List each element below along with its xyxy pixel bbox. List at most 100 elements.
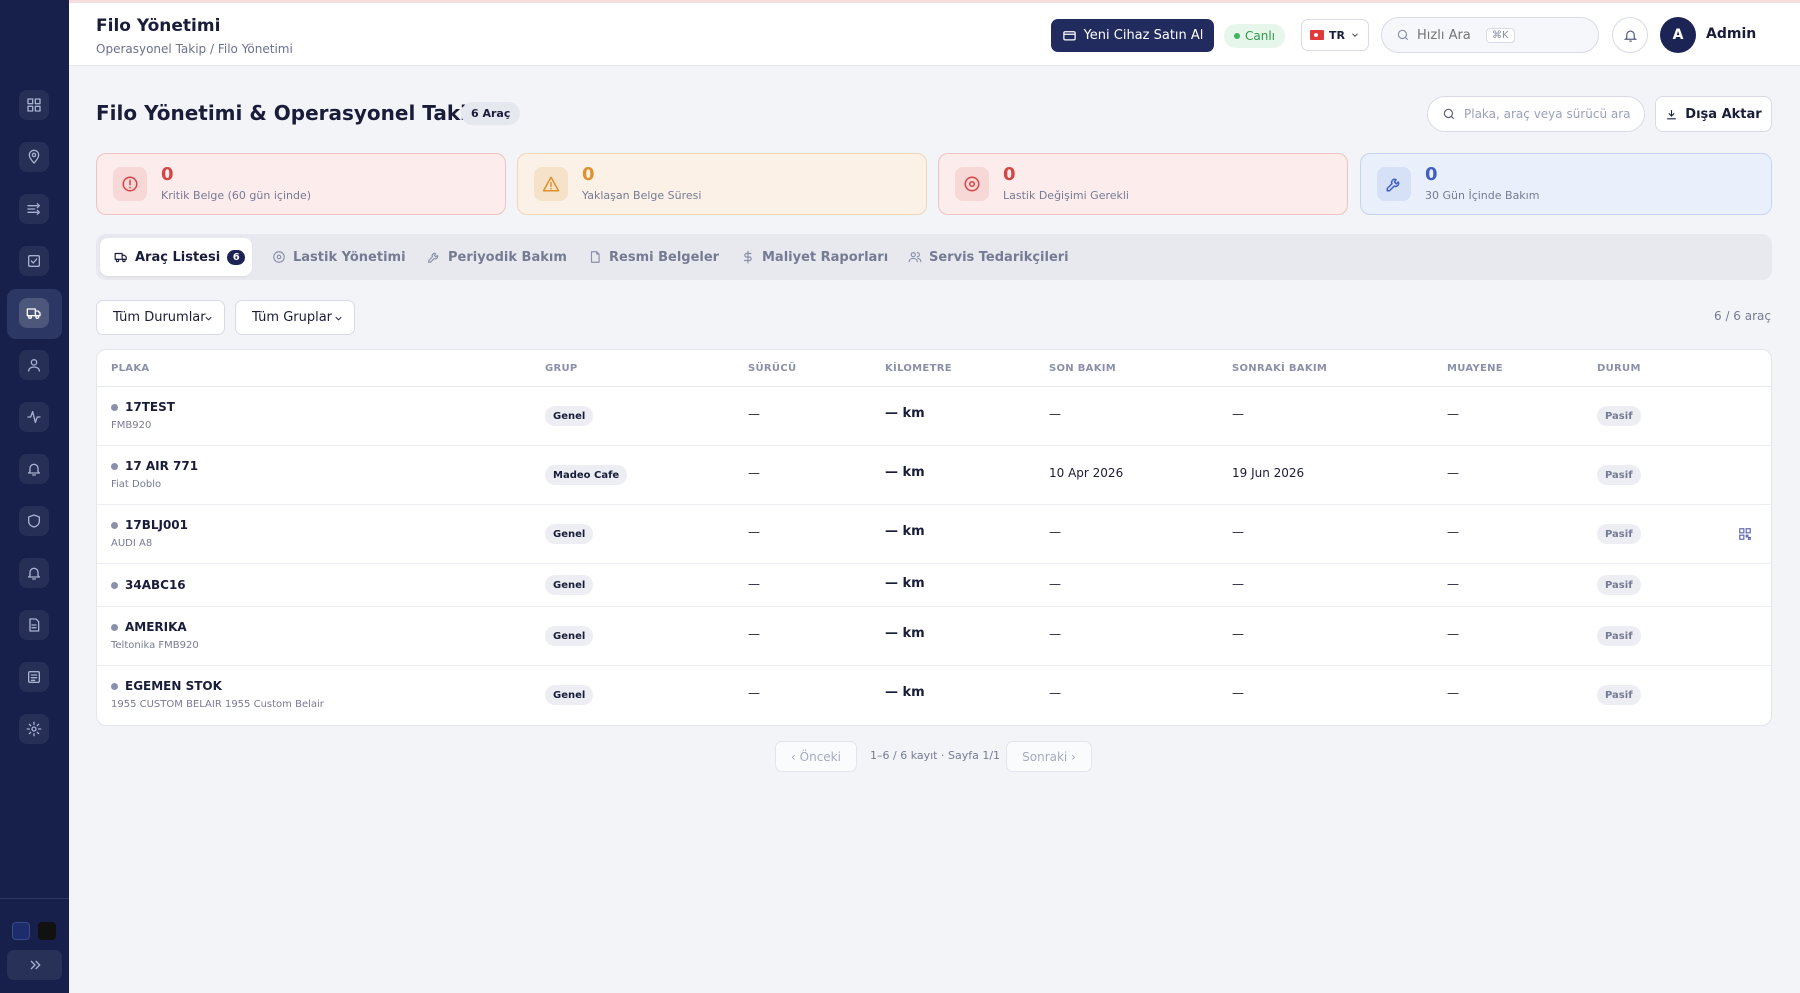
avatar[interactable]: A (1660, 17, 1696, 53)
sidebar-expand-button[interactable] (7, 950, 62, 980)
user-icon[interactable] (19, 350, 49, 380)
table-row[interactable]: EGEMEN STOK 1955 CUSTOM BELAIR 1955 Cust… (97, 666, 1771, 725)
theme-swatch-navy[interactable] (12, 922, 30, 940)
inspection-cell: — (1447, 686, 1459, 700)
location-pin-icon[interactable] (19, 142, 49, 172)
status-filter-value: Tüm Durumlar (113, 310, 206, 325)
stat-card-tire-change[interactable]: 0 Lastik Değişimi Gerekli (938, 153, 1348, 215)
next-service-cell: — (1232, 577, 1244, 591)
export-button[interactable]: Dışa Aktar (1655, 96, 1772, 132)
column-header-mileage[interactable]: KİLOMETRE (885, 363, 952, 374)
column-header-driver[interactable]: SÜRÜCÜ (748, 363, 796, 374)
vehicle-count-badge: 6 Araç (461, 102, 521, 125)
tab-label: Araç Listesi (135, 249, 221, 265)
column-header-inspection[interactable]: MUAYENE (1447, 363, 1503, 374)
settings-icon[interactable] (19, 714, 49, 744)
plate-number[interactable]: 17TEST (125, 400, 175, 414)
truck-icon (114, 252, 127, 263)
vehicle-count-text: 6 / 6 araç (1714, 309, 1771, 323)
column-header-next-service[interactable]: SONRAKİ BAKIM (1232, 363, 1327, 374)
buy-device-button[interactable]: Yeni Cihaz Satın Al (1051, 19, 1214, 52)
quick-search-input[interactable] (1417, 27, 1479, 43)
shield-icon[interactable] (19, 506, 49, 536)
column-header-last-service[interactable]: SON BAKIM (1049, 363, 1116, 374)
bell-icon[interactable] (19, 454, 49, 484)
table-row[interactable]: AMERIKA Teltonika FMB920 Genel — — km — … (97, 607, 1771, 666)
group-filter-select[interactable]: Tüm Gruplar (235, 300, 355, 335)
stat-card-upcoming-docs[interactable]: 0 Yaklaşan Belge Süresi (517, 153, 927, 215)
wrench-icon (428, 252, 439, 263)
column-header-group[interactable]: GRUP (545, 363, 578, 374)
tab-label: Lastik Yönetimi (293, 249, 406, 265)
plate-number[interactable]: EGEMEN STOK (125, 679, 222, 693)
status-dot-icon (111, 404, 118, 411)
tab-periodic-maintenance[interactable]: Periyodik Bakım (427, 238, 567, 276)
quick-search[interactable]: ⌘K (1381, 17, 1599, 53)
driver-cell: — (748, 627, 760, 641)
tab-official-documents[interactable]: Resmi Belgeler (588, 238, 719, 276)
routes-icon[interactable] (19, 194, 49, 224)
credit-card-icon (1062, 31, 1076, 41)
dashboard-icon[interactable] (19, 90, 49, 120)
notifications-button[interactable] (1612, 17, 1648, 53)
next-service-cell: — (1232, 407, 1244, 421)
last-service-cell: — (1049, 577, 1061, 591)
stat-value: 0 (161, 164, 174, 185)
column-header-status[interactable]: DURUM (1597, 363, 1641, 374)
plate-number[interactable]: 17 AIR 771 (125, 459, 198, 473)
stat-card-maintenance[interactable]: 0 30 Gün İçinde Bakım (1360, 153, 1772, 215)
report-icon[interactable] (19, 662, 49, 692)
table-row[interactable]: 17BLJ001 AUDI A8 Genel — — km — — — Pasi… (97, 505, 1771, 564)
driver-cell: — (748, 577, 760, 591)
tasks-icon[interactable] (19, 246, 49, 276)
tab-service-suppliers[interactable]: Servis Tedarikçileri (908, 238, 1069, 276)
group-badge: Genel (545, 406, 594, 426)
tab-count-badge: 6 (227, 249, 246, 265)
vehicle-search[interactable] (1427, 96, 1645, 132)
language-selector[interactable]: TR (1301, 19, 1369, 51)
alarm-icon[interactable] (19, 558, 49, 588)
driver-cell: — (748, 686, 760, 700)
table-row[interactable]: 17 AIR 771 Fiat Doblo Madeo Cafe — — km … (97, 446, 1771, 505)
plate-number[interactable]: 17BLJ001 (125, 518, 188, 532)
group-badge: Genel (545, 685, 594, 705)
chevron-down-icon (335, 316, 342, 321)
tab-vehicle-list[interactable]: Araç Listesi 6 (100, 238, 252, 276)
tab-tire-management[interactable]: Lastik Yönetimi (272, 238, 406, 276)
tab-cost-reports[interactable]: Maliyet Raporları (741, 238, 888, 276)
tire-icon (273, 251, 285, 263)
stat-card-critical-docs[interactable]: 0 Kritik Belge (60 gün içinde) (96, 153, 506, 215)
stat-value: 0 (582, 164, 595, 185)
last-service-cell: — (1049, 627, 1061, 641)
vehicle-model: Fiat Doblo (111, 479, 162, 490)
document-icon[interactable] (19, 610, 49, 640)
stat-value: 0 (1003, 164, 1016, 185)
tab-label: Resmi Belgeler (609, 249, 720, 265)
driver-cell: — (748, 407, 760, 421)
alert-circle-icon (113, 167, 147, 201)
table-row[interactable]: 17TEST FMB920 Genel — — km — — — Pasif (97, 387, 1771, 446)
vehicle-model: 1955 CUSTOM BELAIR 1955 Custom Belair (111, 699, 324, 710)
theme-swatch-black[interactable] (38, 922, 56, 940)
inspection-cell: — (1447, 627, 1459, 641)
plate-number[interactable]: AMERIKA (125, 620, 187, 634)
column-header-plate[interactable]: PLAKA (111, 363, 149, 374)
page-title: Filo Yönetimi & Operasyonel Takip (96, 101, 482, 125)
pagination-prev-button[interactable]: ‹ Önceki (775, 741, 857, 772)
status-filter-select[interactable]: Tüm Durumlar (96, 300, 225, 335)
header-title: Filo Yönetimi (96, 16, 221, 36)
sidebar-divider (0, 898, 69, 899)
qr-code-icon[interactable] (1738, 526, 1752, 540)
vehicle-search-input[interactable] (1464, 107, 1634, 121)
table-row[interactable]: 34ABC16 Genel — — km — — — Pasif (97, 564, 1771, 607)
last-service-cell: — (1049, 525, 1061, 539)
pagination-next-button[interactable]: Sonraki › (1006, 741, 1092, 772)
group-filter-value: Tüm Gruplar (252, 310, 333, 325)
status-badge: Pasif (1597, 465, 1641, 485)
plate-number[interactable]: 34ABC16 (125, 578, 186, 592)
fleet-truck-icon[interactable] (19, 298, 49, 328)
status-badge: Pasif (1597, 626, 1641, 646)
user-name[interactable]: Admin (1706, 26, 1756, 42)
search-shortcut-hint: ⌘K (1486, 27, 1515, 43)
activity-icon[interactable] (19, 402, 49, 432)
